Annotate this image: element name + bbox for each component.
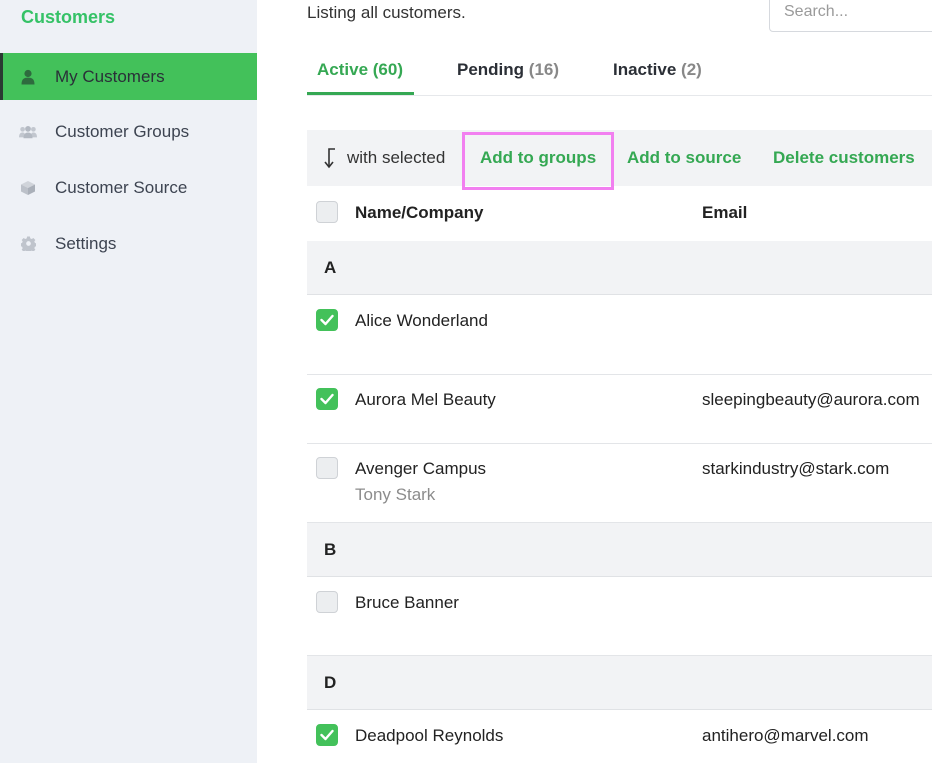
main-content: Listing all customers. Active (60) Pendi…	[307, 0, 932, 770]
column-header-email: Email	[702, 203, 748, 222]
table-row[interactable]: Aurora Mel Beauty sleepingbeauty@aurora.…	[307, 375, 932, 444]
customer-email: sleepingbeauty@aurora.com	[702, 390, 920, 409]
customer-name: Aurora Mel Beauty	[355, 390, 496, 409]
tab-active[interactable]: Active (60)	[307, 52, 414, 95]
check-icon	[320, 393, 334, 405]
customer-name: Bruce Banner	[355, 593, 459, 612]
sidebar-title: Customers	[21, 7, 116, 27]
row-checkbox[interactable]	[316, 309, 338, 331]
sidebar-item-settings[interactable]: Settings	[0, 220, 257, 267]
sidebar-item-label: My Customers	[55, 66, 165, 86]
customer-name: Deadpool Reynolds	[355, 726, 504, 745]
tab-pending[interactable]: Pending (16)	[457, 52, 559, 95]
column-header-name: Name/Company	[355, 203, 484, 222]
bulk-action-bar: with selected Add to groups Add to sourc…	[307, 130, 932, 190]
status-tabs: Active (60) Pending (16) Inactive (2)	[307, 52, 932, 96]
table-row[interactable]: Avenger Campus Tony Stark starkindustry@…	[307, 444, 932, 523]
customer-email: antihero@marvel.com	[702, 726, 869, 745]
sidebar-item-label: Customer Groups	[55, 121, 190, 141]
sidebar-item-label: Customer Source	[55, 177, 188, 197]
tab-label: Inactive	[613, 60, 677, 79]
tab-count: (60)	[372, 60, 403, 79]
check-icon	[320, 729, 334, 741]
customer-contact: Tony Stark	[355, 485, 436, 504]
gear-icon	[19, 235, 37, 253]
customer-name: Alice Wonderland	[355, 311, 488, 330]
table-row[interactable]: Alice Wonderland	[307, 295, 932, 375]
group-header-b: B	[307, 523, 932, 577]
row-checkbox[interactable]	[316, 457, 338, 479]
bulk-label: with selected	[319, 130, 445, 186]
tab-count: (16)	[528, 60, 560, 79]
table-header: Name/Company Email	[307, 186, 932, 242]
cube-icon	[19, 179, 37, 197]
page-subtitle: Listing all customers.	[307, 3, 466, 22]
tab-count: (2)	[681, 60, 702, 79]
customer-name: Avenger Campus	[355, 459, 487, 478]
add-to-source-button[interactable]: Add to source	[627, 130, 741, 186]
users-icon	[19, 123, 37, 141]
search-input[interactable]	[769, 0, 932, 32]
delete-customers-button[interactable]: Delete customers	[773, 130, 915, 186]
tab-label: Active	[317, 60, 369, 79]
add-to-groups-button[interactable]: Add to groups	[480, 130, 596, 186]
tab-inactive[interactable]: Inactive (2)	[613, 52, 702, 95]
row-checkbox[interactable]	[316, 591, 338, 613]
select-all-checkbox[interactable]	[316, 201, 338, 223]
row-checkbox[interactable]	[316, 388, 338, 410]
user-icon	[19, 68, 37, 86]
arrow-down-left-icon	[324, 148, 335, 169]
tab-label: Pending	[457, 60, 525, 79]
group-header-d: D	[307, 656, 932, 710]
sidebar-item-label: Settings	[55, 233, 117, 253]
check-icon	[320, 314, 334, 326]
table-row[interactable]: Deadpool Reynolds antihero@marvel.com	[307, 710, 932, 770]
group-letter: A	[324, 258, 337, 277]
table-row[interactable]: Bruce Banner	[307, 577, 932, 656]
row-checkbox[interactable]	[316, 724, 338, 746]
sidebar-item-customer-source[interactable]: Customer Source	[0, 164, 257, 211]
bulk-label-text: with selected	[347, 148, 446, 167]
group-letter: D	[324, 673, 337, 692]
sidebar-item-my-customers[interactable]: My Customers	[0, 53, 257, 100]
group-letter: B	[324, 540, 337, 559]
sidebar: Customers My Customers Customer Groups C…	[0, 0, 257, 763]
customer-email: starkindustry@stark.com	[702, 459, 890, 478]
sidebar-item-customer-groups[interactable]: Customer Groups	[0, 108, 257, 155]
group-header-a: A	[307, 241, 932, 295]
